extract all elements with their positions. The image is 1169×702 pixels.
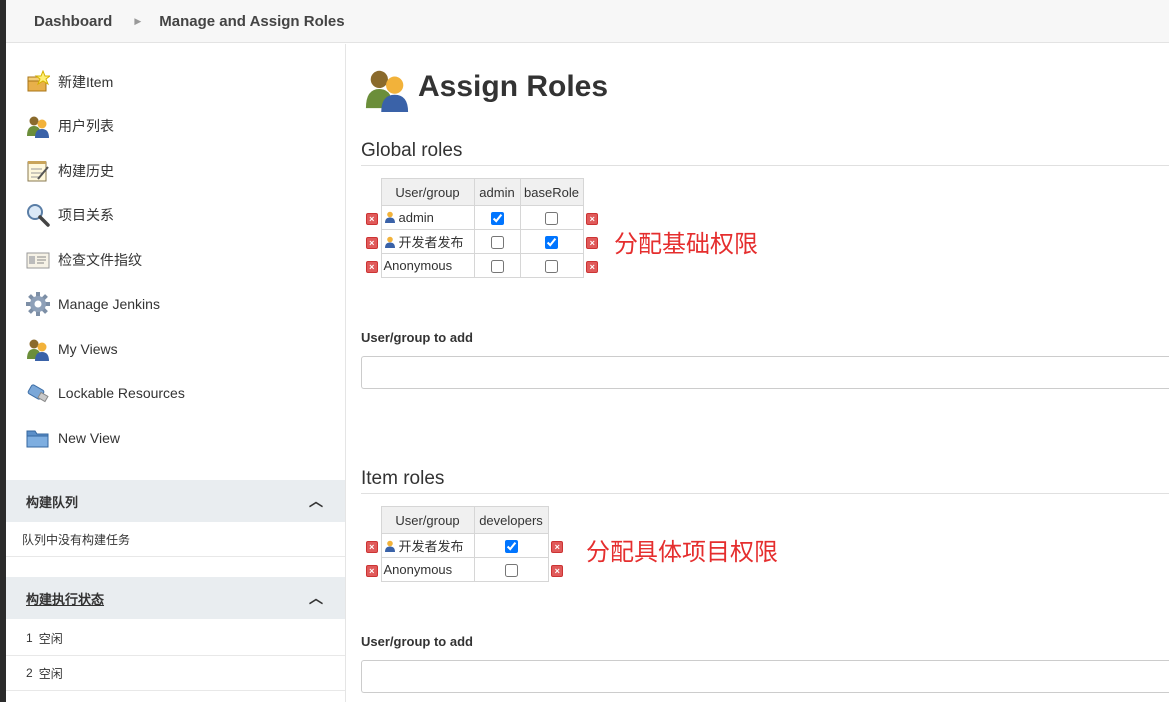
sidebar-item-new-item[interactable]: 新建Item	[26, 67, 113, 97]
delete-row-icon[interactable]: ×	[551, 541, 564, 553]
sidebar-item-label: 检查文件指纹	[58, 252, 142, 268]
main-content: Assign Roles Global roles User/group adm…	[346, 44, 1169, 702]
sidebar-item-label: Manage Jenkins	[58, 296, 160, 312]
delete-row-icon[interactable]: ×	[365, 213, 378, 225]
table-row: × 开发者发布 ×	[363, 229, 601, 254]
table-row: × Anonymous ×	[363, 253, 601, 278]
user-icon	[384, 540, 396, 552]
annotation-item: 分配具体项目权限	[586, 539, 778, 566]
new-item-icon	[26, 70, 50, 94]
user-icon	[384, 236, 396, 248]
sidebar-item-users[interactable]: 用户列表	[26, 111, 114, 141]
role-checkbox-baserole[interactable]	[545, 260, 558, 274]
build-queue-header[interactable]: 构建队列 ︿	[6, 480, 345, 522]
add-user-input-global[interactable]	[361, 356, 1169, 389]
delete-row-icon[interactable]: ×	[365, 261, 378, 273]
item-roles-table: User/group developers × 开发者发布 × × Anonym…	[363, 506, 566, 582]
magnifier-icon	[26, 203, 50, 227]
assign-roles-icon	[364, 66, 410, 112]
item-roles-heading: Item roles	[361, 468, 445, 489]
delete-row-icon[interactable]: ×	[586, 237, 599, 249]
executor-number: 1	[26, 631, 33, 645]
role-checkbox-developers[interactable]	[504, 540, 518, 554]
chevron-right-icon: ▶	[134, 15, 142, 26]
notepad-icon	[26, 159, 50, 183]
role-checkbox-admin[interactable]	[490, 260, 504, 274]
page-title: Assign Roles	[418, 70, 609, 103]
sidebar-item-my-views[interactable]: My Views	[26, 334, 118, 364]
user-name: 开发者发布	[398, 539, 464, 554]
users-icon	[26, 337, 50, 361]
users-icon	[26, 114, 50, 138]
sidebar-item-label: Lockable Resources	[58, 385, 185, 401]
role-checkbox-baserole[interactable]	[545, 236, 558, 250]
sidebar-item-label: 项目关系	[58, 207, 114, 223]
table-row: × Anonymous ×	[363, 557, 566, 582]
breadcrumb: Dashboard ▶ Manage and Assign Roles	[6, 0, 1169, 43]
chevron-up-icon[interactable]: ︿	[309, 491, 323, 511]
user-name: 开发者发布	[398, 235, 464, 250]
executor-status-title[interactable]: 构建执行状态	[26, 589, 104, 608]
table-row: × 开发者发布 ×	[363, 533, 566, 558]
add-user-input-item[interactable]	[361, 660, 1169, 693]
build-queue-empty: 队列中没有构建任务	[6, 522, 345, 557]
table-row: × admin ×	[363, 205, 601, 230]
sidebar-item-label: New View	[58, 430, 120, 446]
folder-icon	[26, 426, 50, 450]
sidebar-item-label: 用户列表	[58, 118, 114, 134]
delete-row-icon[interactable]: ×	[586, 261, 599, 273]
role-checkbox-developers[interactable]	[504, 564, 518, 578]
global-roles-table: User/group admin baseRole × admin × × 开发…	[363, 178, 601, 278]
column-header: User/group	[380, 178, 475, 206]
role-checkbox-admin[interactable]	[490, 212, 504, 226]
executor-status: 空闲	[38, 666, 63, 681]
fingerprint-card-icon	[26, 248, 50, 272]
column-header: admin	[473, 178, 521, 206]
delete-row-icon[interactable]: ×	[365, 237, 378, 249]
build-queue-empty-text: 队列中没有构建任务	[22, 532, 131, 547]
annotation-global: 分配基础权限	[614, 231, 758, 258]
sidebar-item-label: 新建Item	[58, 74, 114, 90]
gear-icon	[26, 292, 50, 316]
delete-row-icon[interactable]: ×	[365, 565, 378, 577]
role-checkbox-baserole[interactable]	[545, 212, 558, 226]
executor-status: 空闲	[38, 631, 63, 646]
column-header: baseRole	[519, 178, 584, 206]
role-checkbox-admin[interactable]	[490, 236, 504, 250]
sidebar-item-lockable-resources[interactable]: Lockable Resources	[26, 378, 185, 408]
executor-status-header[interactable]: 构建执行状态 ︿	[6, 577, 345, 619]
user-name: admin	[398, 210, 434, 225]
build-queue-title: 构建队列	[26, 494, 79, 510]
executor-row: 1 空闲	[6, 621, 345, 656]
sidebar-item-project-relationship[interactable]: 项目关系	[26, 200, 114, 230]
chevron-up-icon[interactable]: ︿	[309, 588, 323, 608]
delete-row-icon[interactable]: ×	[551, 565, 564, 577]
add-user-label-global: User/group to add	[361, 330, 473, 345]
user-icon	[384, 211, 396, 223]
executor-row: 2 空闲	[6, 656, 345, 691]
delete-row-icon[interactable]: ×	[586, 213, 599, 225]
sidebar-item-label: 构建历史	[58, 163, 114, 179]
user-name: Anonymous	[383, 258, 453, 273]
usb-key-icon	[26, 381, 50, 405]
breadcrumb-dashboard[interactable]: Dashboard	[34, 13, 112, 30]
column-header: developers	[473, 506, 549, 534]
user-name: Anonymous	[383, 562, 453, 577]
delete-row-icon[interactable]: ×	[365, 541, 378, 553]
divider	[361, 165, 1169, 166]
sidebar-item-new-view[interactable]: New View	[26, 423, 120, 453]
breadcrumb-current[interactable]: Manage and Assign Roles	[159, 13, 344, 30]
sidebar: 新建Item 用户列表 构建历史 项目关系 检查文件指纹 Manage Jenk…	[6, 44, 346, 702]
sidebar-item-label: My Views	[58, 341, 118, 357]
sidebar-item-fingerprint[interactable]: 检查文件指纹	[26, 245, 142, 275]
sidebar-item-manage-jenkins[interactable]: Manage Jenkins	[26, 289, 160, 319]
add-user-label-item: User/group to add	[361, 634, 473, 649]
sidebar-item-build-history[interactable]: 构建历史	[26, 156, 114, 186]
divider	[361, 493, 1169, 494]
executor-number: 2	[26, 666, 33, 680]
global-roles-heading: Global roles	[361, 140, 463, 161]
column-header: User/group	[380, 506, 475, 534]
